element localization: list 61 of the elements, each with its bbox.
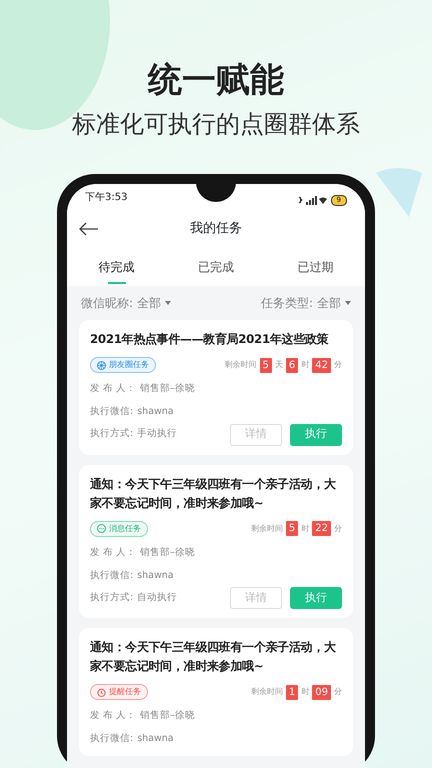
countdown-unit: 时: [301, 522, 310, 534]
field-label: 发 布 人：: [90, 546, 136, 560]
field-label: 执行微信:: [90, 732, 134, 746]
back-arrow-icon[interactable]: [79, 222, 99, 236]
countdown-value: 6: [286, 358, 298, 372]
field-value: 销售部–徐晓: [140, 709, 195, 723]
countdown-unit: 时: [301, 686, 310, 698]
countdown-value: 5: [286, 521, 298, 536]
countdown-unit: 分: [334, 359, 342, 371]
filter-dropdown[interactable]: 全部: [317, 294, 341, 312]
countdown-unit: 天: [274, 359, 283, 371]
execute-button[interactable]: 执行: [290, 587, 342, 609]
countdown-value: 42: [312, 358, 331, 372]
signal-icon: [296, 196, 327, 204]
countdown-value: 1: [286, 684, 298, 700]
page-title: 我的任务: [189, 220, 243, 238]
task-title: 通知：今天下午三年级四班有一个亲子活动，大家不要忘记时间，准时来参加哦~: [90, 476, 337, 512]
field-label: 执行微信:: [90, 568, 134, 583]
execute-button[interactable]: 执行: [290, 424, 342, 446]
remaining-label: 剩余时间: [250, 686, 283, 698]
task-type-tag: 提醒任务: [90, 684, 148, 700]
caret-icon[interactable]: [345, 301, 351, 305]
clock-icon: [97, 688, 106, 696]
field-value: shawna: [137, 568, 174, 583]
countdown-unit: 时: [301, 359, 310, 371]
headline: 统一赋能: [148, 59, 284, 102]
subheadline: 标准化可执行的点圈群体系: [71, 109, 361, 140]
field-label: 执行微信:: [90, 405, 134, 420]
field-label: 发 布 人：: [90, 382, 136, 396]
remaining-label: 剩余时间: [250, 522, 283, 534]
tab[interactable]: 已完成: [166, 248, 266, 286]
countdown-unit: 分: [334, 686, 342, 698]
task-title: 2021年热点事件——教育局2021年这些政策: [90, 331, 330, 348]
status-time: 下午3:53: [85, 191, 128, 205]
details-button[interactable]: 详情: [230, 424, 282, 446]
countdown-unit: 分: [334, 522, 342, 534]
aperture-icon: [97, 360, 106, 370]
filter-label: 任务类型:: [260, 295, 313, 312]
field-label: 执行方式:: [90, 590, 134, 605]
caret-icon[interactable]: [165, 301, 172, 305]
filter-dropdown[interactable]: 全部: [137, 294, 162, 312]
tab[interactable]: 已过期: [266, 248, 365, 286]
countdown-value: 09: [312, 684, 331, 700]
field-value: shawna: [137, 732, 174, 746]
field-value: 自动执行: [137, 590, 178, 605]
field-value: 手动执行: [137, 427, 178, 442]
field-value: shawna: [137, 405, 174, 420]
tab[interactable]: 待完成: [67, 248, 166, 286]
task-title: 通知：今天下午三年级四班有一个亲子活动，大家不要忘记时间，准时来参加哦~: [90, 639, 337, 675]
remaining-label: 剩余时间: [224, 359, 257, 371]
task-type-tag: 朋友圈任务: [90, 357, 156, 373]
details-button[interactable]: 详情: [230, 587, 282, 609]
task-type-tag: 消息任务: [90, 520, 148, 536]
field-value: 销售部–徐晓: [140, 382, 195, 396]
countdown-value: 22: [312, 521, 331, 536]
field-value: 销售部–徐晓: [140, 546, 195, 560]
filter-label: 微信昵称:: [81, 295, 134, 312]
chat-icon: [97, 524, 106, 533]
field-label: 发 布 人：: [90, 709, 136, 723]
countdown-value: 5: [260, 358, 272, 372]
field-label: 执行方式:: [90, 427, 134, 442]
